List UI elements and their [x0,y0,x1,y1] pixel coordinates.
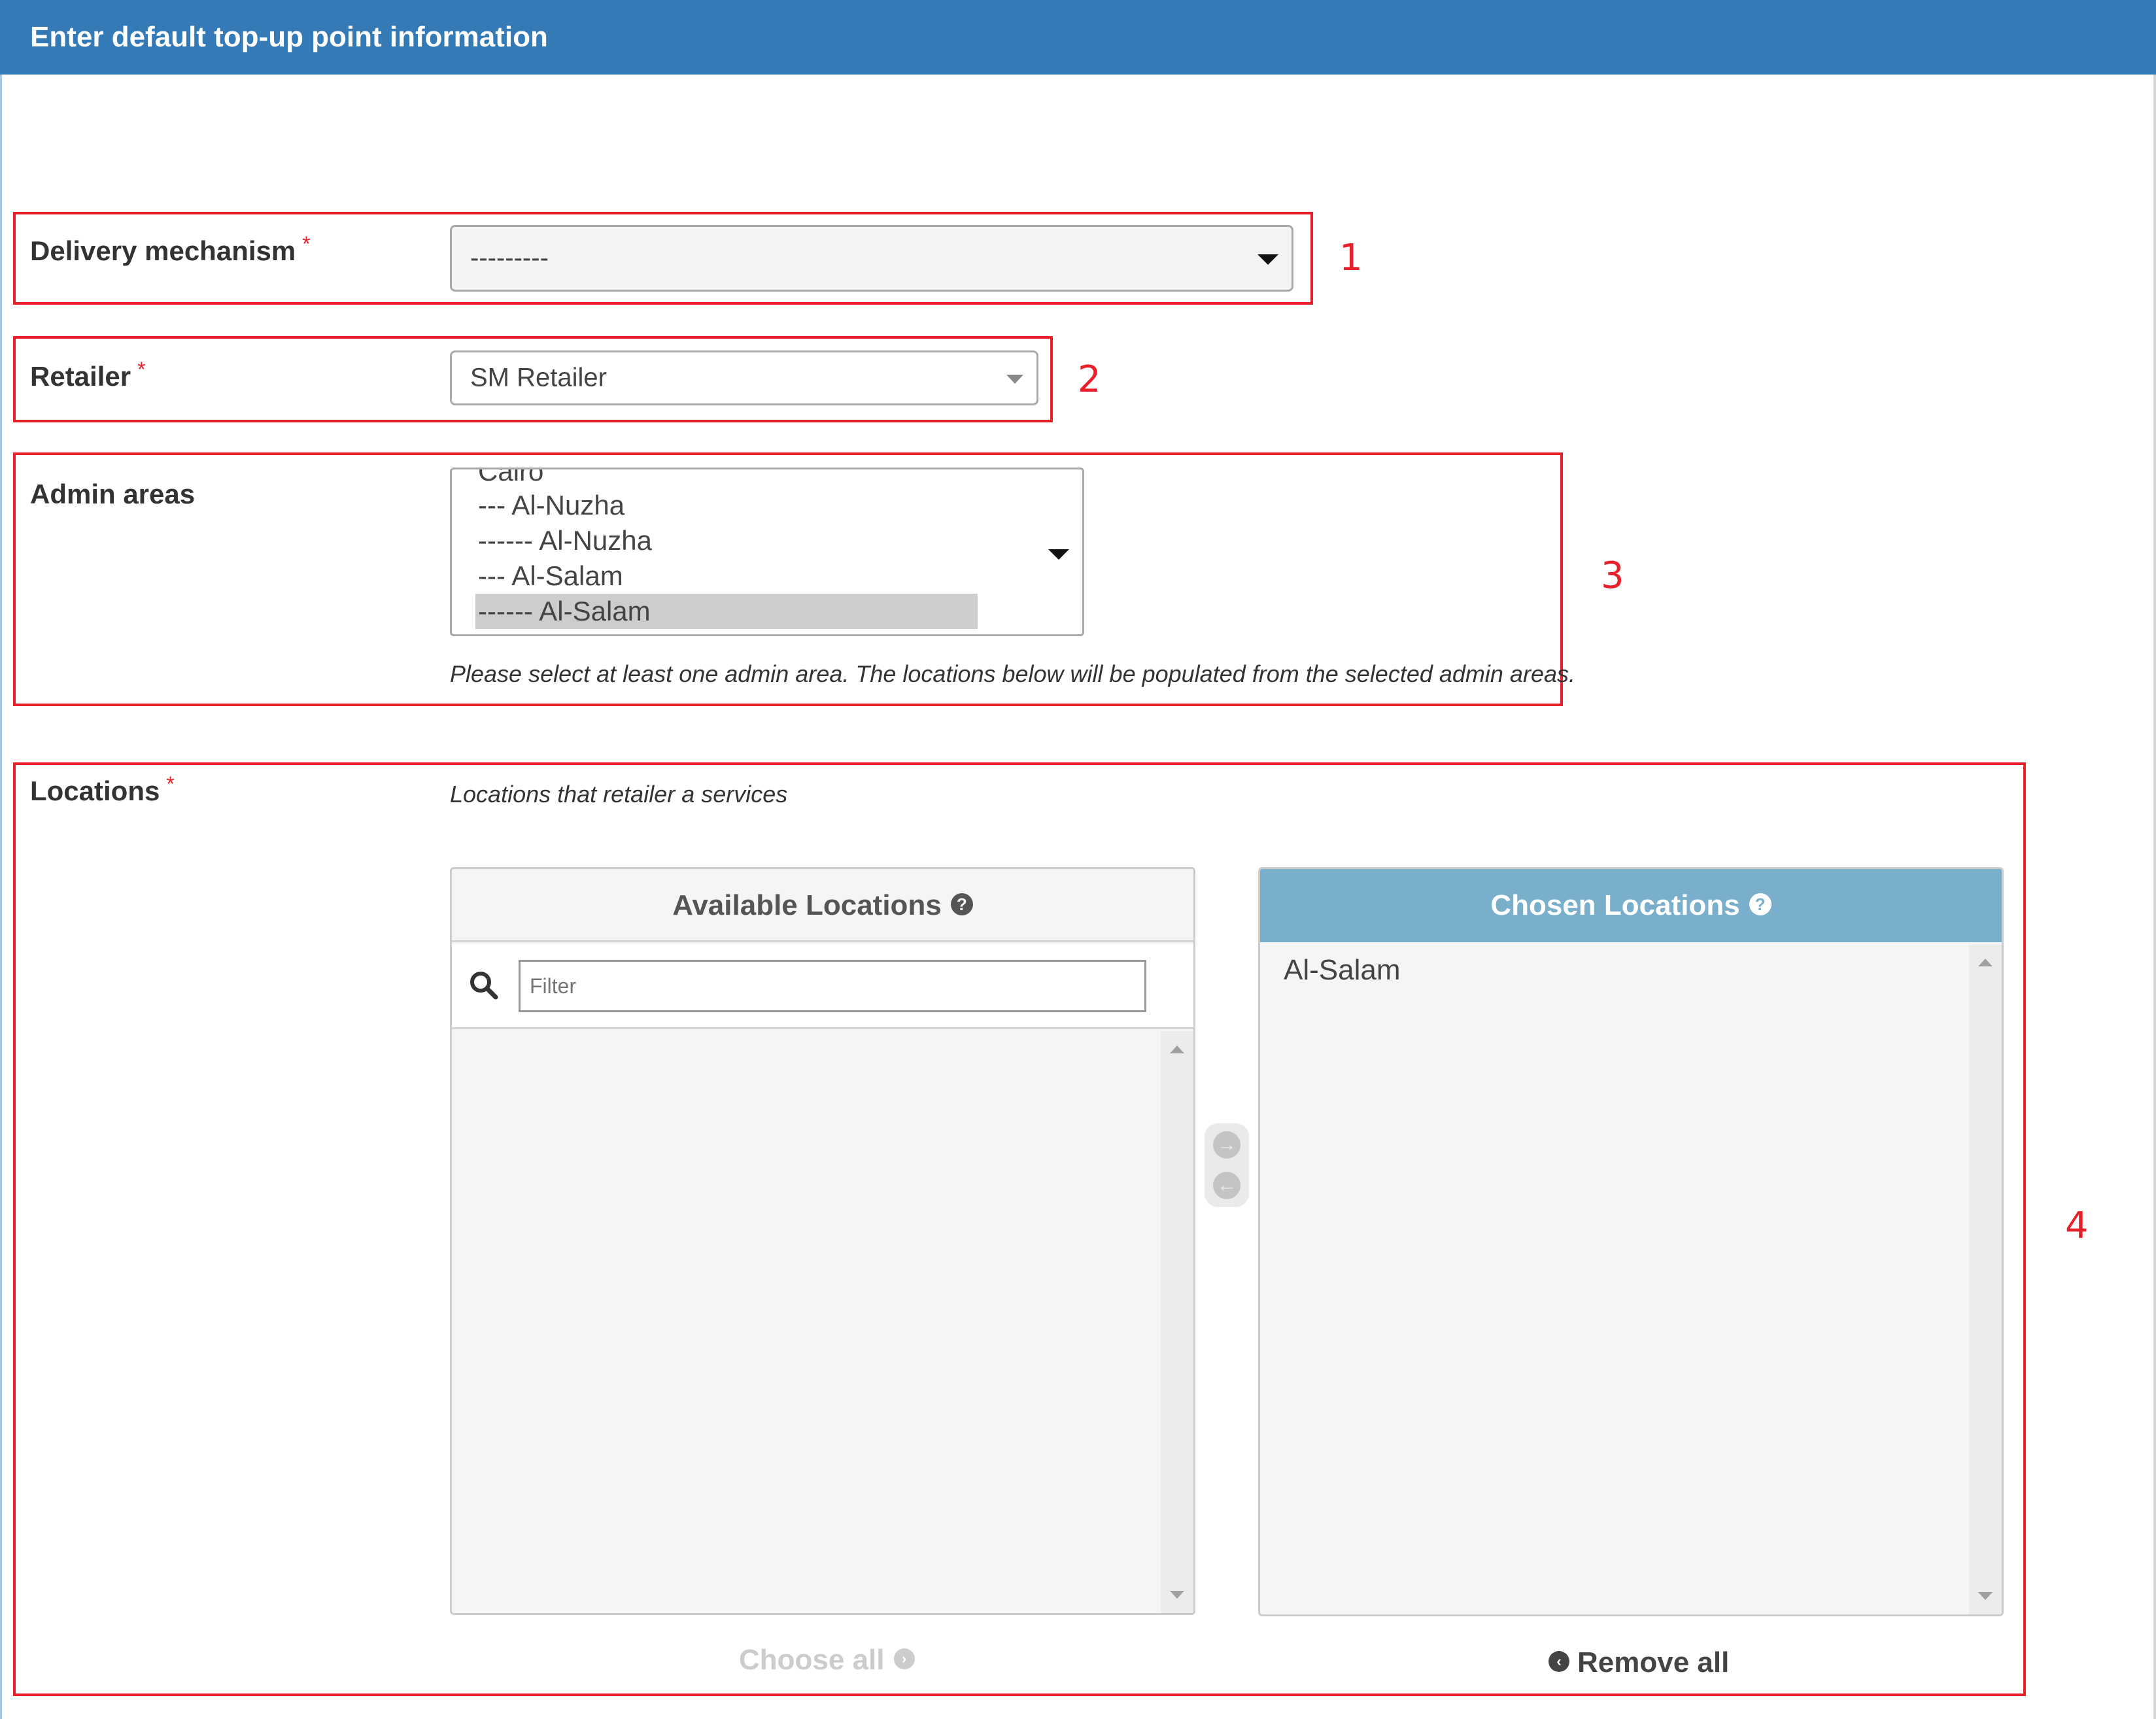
chevron-circle-right-icon: › [893,1648,915,1670]
search-icon [470,972,498,1000]
retailer-label-text: Retailer [30,361,131,392]
caret-down-icon [1258,254,1278,265]
arrow-circle-left-icon[interactable]: ← [1213,1172,1241,1199]
admin-area-option[interactable]: ------ Al-Nuzha [478,523,652,558]
filter-row [452,944,1193,1029]
available-scrollbar[interactable] [1161,1031,1193,1613]
delivery-mechanism-value: --------- [470,243,549,273]
available-locations-header: Available Locations? [452,869,1193,942]
frame-right-border [2153,75,2156,1719]
locations-label: Locations * [30,772,175,807]
move-buttons: → ← [1205,1123,1249,1207]
admin-areas-multiselect[interactable]: Cairo --- Al-Nuzha ------ Al-Nuzha --- A… [450,468,1084,636]
delivery-mechanism-label: Delivery mechanism * [30,232,311,267]
available-locations-title: Available Locations [672,889,942,921]
required-marker: * [137,358,146,381]
annotation-number-4: 4 [2065,1204,2089,1247]
retailer-label: Retailer * [30,358,146,392]
admin-area-option[interactable]: --- Al-Salam [478,558,623,594]
chosen-scrollbar[interactable] [1969,944,2002,1614]
admin-areas-help-text: Please select at least one admin area. T… [450,660,1575,687]
remove-all-button[interactable]: ‹ Remove all [1549,1646,1729,1679]
scroll-down-icon[interactable] [1170,1591,1184,1599]
arrow-circle-right-icon[interactable]: → [1213,1131,1241,1159]
top-up-point-form: Enter default top-up point information 1… [0,0,2156,1719]
required-marker: * [302,232,311,256]
chosen-locations-title: Chosen Locations [1490,889,1740,921]
frame-left-border [0,75,2,1719]
remove-all-label: Remove all [1577,1646,1730,1678]
retailer-value: SM Retailer [470,363,607,392]
annotation-number-2: 2 [1078,358,1101,401]
admin-areas-label: Admin areas [30,479,196,509]
retailer-select[interactable]: SM Retailer [450,350,1038,405]
scroll-up-icon[interactable] [1170,1046,1184,1053]
chosen-location-item[interactable]: Al-Salam [1284,954,1401,987]
locations-label-text: Locations [30,775,160,806]
admin-area-option-selected[interactable]: ------ Al-Salam [475,594,978,629]
chevron-circle-left-icon: ‹ [1549,1651,1569,1673]
caret-down-icon [1006,375,1023,384]
scroll-up-icon[interactable] [1978,959,1993,966]
filter-input[interactable] [519,960,1146,1012]
annotation-number-1: 1 [1339,237,1363,279]
help-icon[interactable]: ? [1749,893,1771,916]
delivery-mechanism-select[interactable]: --------- [450,225,1293,292]
locations-help-text: Locations that retailer a services [450,781,788,808]
annotation-number-3: 3 [1601,554,1624,597]
page-title: Enter default top-up point information [30,21,548,53]
admin-area-option[interactable]: --- Al-Nuzha [478,488,625,523]
help-icon[interactable]: ? [950,893,973,916]
required-marker: * [166,772,175,796]
scroll-down-icon[interactable] [1978,1592,1993,1600]
chosen-locations-header: Chosen Locations? [1260,869,2002,942]
delivery-mechanism-label-text: Delivery mechanism [30,235,296,266]
page-header: Enter default top-up point information [0,0,2156,75]
caret-down-icon [1048,549,1069,560]
admin-area-option[interactable]: Cairo [478,469,543,489]
choose-all-label: Choose all [739,1644,885,1676]
choose-all-button[interactable]: Choose all › [739,1644,915,1676]
available-locations-panel: Available Locations? [450,867,1195,1615]
chosen-locations-panel: Chosen Locations? Al-Salam [1258,867,2004,1616]
